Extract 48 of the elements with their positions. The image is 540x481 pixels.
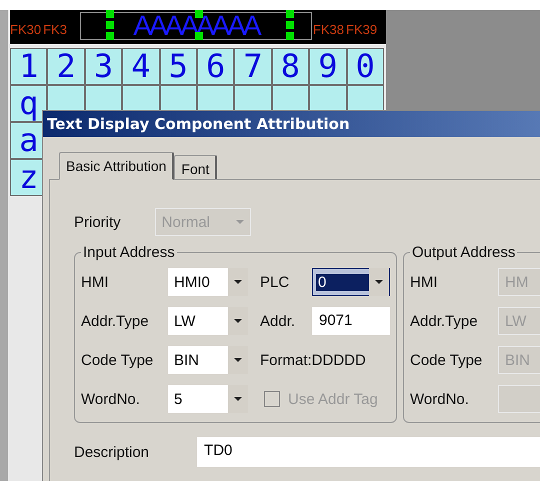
group-title: Input Address — [82, 244, 176, 261]
field-label: HMI — [410, 274, 438, 290]
dropdown[interactable]: LW — [168, 307, 248, 335]
window-title: Text Display Component Attribution — [43, 111, 540, 137]
keypad-key[interactable]: 9 — [309, 48, 347, 85]
checkbox[interactable] — [264, 391, 280, 407]
dropdown[interactable]: 5 — [168, 385, 248, 413]
input-field[interactable]: 9071 — [312, 307, 390, 335]
keypad-key[interactable]: q — [10, 85, 48, 122]
keypad-key[interactable]: 4 — [122, 48, 160, 85]
field-label: Addr.Type — [81, 312, 150, 330]
keypad-key[interactable]: 2 — [47, 48, 85, 85]
input-field[interactable]: TD0 — [197, 437, 540, 467]
group-title: Output Address — [411, 244, 516, 261]
keypad-key[interactable]: 0 — [346, 48, 384, 85]
key-label: FK38 — [312, 22, 344, 38]
field-label: Code Type — [81, 352, 154, 368]
tab[interactable]: Font — [174, 155, 218, 179]
field-label: Addr.Type — [410, 312, 479, 330]
field-label: WordNo. — [410, 390, 470, 408]
keypad-key[interactable]: 6 — [196, 48, 234, 85]
tab[interactable]: Basic Attribution — [59, 152, 174, 180]
field-label: WordNo. — [81, 390, 141, 408]
field-label: PLC — [259, 274, 290, 290]
keypad-key[interactable]: 8 — [272, 48, 310, 85]
caret-icon — [375, 280, 383, 284]
dropdown[interactable]: BIN — [168, 346, 248, 374]
key-label: FK3 — [43, 22, 67, 38]
key-label: FK39 — [346, 22, 378, 38]
caret-icon — [236, 220, 244, 224]
keypad-key[interactable]: 5 — [160, 48, 197, 85]
field-label: Priority — [74, 214, 121, 230]
field-label: Code Type — [410, 352, 484, 368]
caret-icon — [234, 358, 242, 362]
keypad-key[interactable]: 7 — [234, 48, 272, 85]
field-label: Addr. — [259, 312, 296, 330]
dropdown[interactable]: HMI0 — [168, 268, 248, 296]
caret-icon — [234, 319, 242, 323]
format-text: Format:DDDDD — [259, 352, 367, 368]
key-label: FK30 — [10, 22, 42, 38]
dropdown[interactable]: 0 — [312, 268, 390, 296]
field-label: HMI — [81, 274, 110, 290]
checkbox-label: Use Addr Tag — [288, 390, 378, 408]
keypad-key[interactable]: 1 — [10, 48, 48, 85]
keypad-key[interactable]: 3 — [84, 48, 122, 85]
caret-icon — [234, 280, 242, 284]
caret-icon — [234, 397, 242, 401]
field-label: Description — [74, 444, 150, 460]
